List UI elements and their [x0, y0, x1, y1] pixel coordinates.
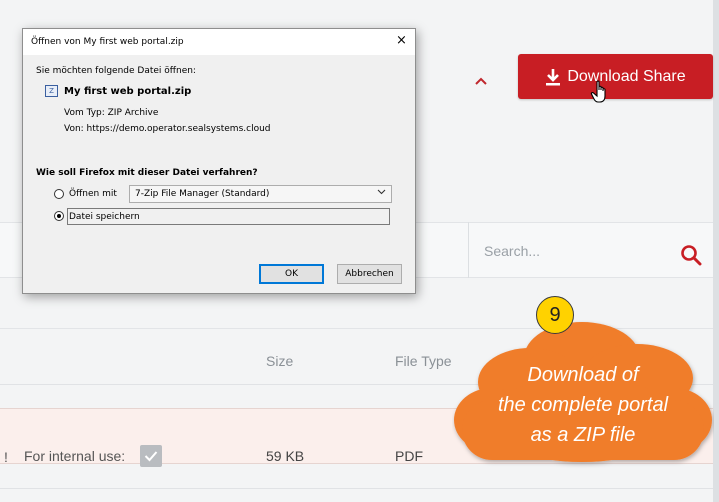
- download-share-button[interactable]: Download Share: [518, 54, 713, 99]
- open-with-app-select[interactable]: 7-Zip File Manager (Standard): [129, 185, 392, 203]
- open-with-label[interactable]: Öffnen mit: [69, 189, 117, 199]
- column-header-file-type[interactable]: File Type: [395, 353, 452, 369]
- download-share-label: Download Share: [567, 67, 686, 85]
- cancel-button[interactable]: Abbrechen: [337, 264, 402, 284]
- step-number-badge: 9: [536, 296, 574, 334]
- search-input[interactable]: Search...: [484, 243, 540, 259]
- zip-file-icon: Z: [45, 85, 58, 97]
- internal-use-checkbox[interactable]: [140, 445, 162, 467]
- download-icon: [546, 68, 561, 85]
- annotation-line: the complete portal: [497, 394, 669, 416]
- open-file-dialog: Öffnen von My first web portal.zip × Sie…: [22, 28, 416, 294]
- save-file-radio[interactable]: [54, 211, 64, 221]
- dialog-title: Öffnen von My first web portal.zip: [31, 37, 184, 47]
- dialog-intro-text: Sie möchten folgende Datei öffnen:: [36, 66, 196, 76]
- row-warning-mark: !: [4, 449, 8, 465]
- dialog-file-name: My first web portal.zip: [64, 86, 192, 97]
- search-separator: [468, 222, 469, 278]
- internal-use-label: For internal use:: [24, 448, 126, 464]
- open-with-app-value: 7-Zip File Manager (Standard): [135, 189, 270, 199]
- search-icon[interactable]: [680, 244, 702, 266]
- annotation-line: as a ZIP file: [530, 424, 636, 446]
- chevron-down-icon: [377, 188, 386, 198]
- open-with-radio[interactable]: [54, 189, 64, 199]
- close-icon[interactable]: ×: [396, 33, 407, 48]
- hand-cursor-icon: [590, 80, 606, 103]
- dialog-file-type: Vom Typ: ZIP Archive: [64, 108, 159, 118]
- table-bottom-divider: [0, 488, 713, 489]
- dialog-file-source: Von: https://demo.operator.sealsystems.c…: [64, 124, 271, 134]
- row-file-type: PDF: [395, 448, 423, 464]
- chevron-up-icon[interactable]: [470, 70, 492, 92]
- annotation-line: Download of: [527, 364, 639, 386]
- save-file-label[interactable]: Datei speichern: [67, 208, 390, 225]
- annotation-text: Download of the complete portal as a ZIP…: [456, 360, 710, 450]
- row-size: 59 KB: [266, 448, 305, 464]
- checkmark-icon: [144, 451, 158, 462]
- dialog-question: Wie soll Firefox mit dieser Datei verfah…: [36, 168, 258, 178]
- column-header-size[interactable]: Size: [266, 353, 293, 369]
- ok-button[interactable]: OK: [259, 264, 324, 284]
